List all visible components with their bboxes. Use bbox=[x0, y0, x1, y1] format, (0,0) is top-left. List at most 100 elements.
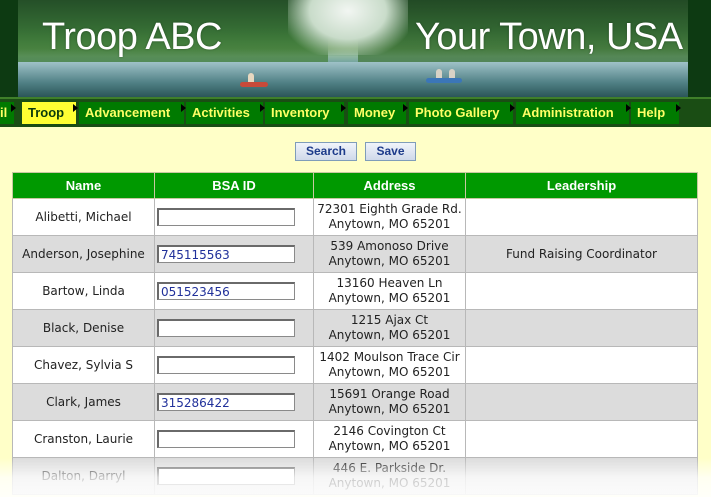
banner-sky bbox=[288, 0, 408, 55]
member-address: 2146 Covington Ct Anytown, MO 65201 bbox=[313, 420, 466, 458]
column-header-address[interactable]: Address bbox=[313, 172, 466, 199]
member-address: 539 Amonoso Drive Anytown, MO 65201 bbox=[313, 235, 466, 273]
table-row: Black, Denise 1215 Ajax Ct Anytown, MO 65… bbox=[12, 309, 698, 347]
bsa-id-cell bbox=[154, 198, 314, 236]
address-line1: 15691 Orange Road bbox=[329, 387, 450, 401]
member-leadership bbox=[465, 309, 698, 347]
member-address: 1402 Moulson Trace Cir Anytown, MO 65201 bbox=[313, 346, 466, 384]
address-line2: Anytown, MO 65201 bbox=[328, 402, 451, 416]
member-leadership: Fund Raising Coordinator bbox=[465, 235, 698, 273]
member-leadership bbox=[465, 272, 698, 310]
address-line1: 539 Amonoso Drive bbox=[330, 239, 449, 253]
member-name: Cranston, Laurie bbox=[12, 420, 155, 458]
bsa-id-input[interactable] bbox=[157, 430, 295, 448]
member-leadership bbox=[465, 346, 698, 384]
bsa-id-cell bbox=[154, 309, 314, 347]
column-header-name[interactable]: Name bbox=[12, 172, 155, 199]
bsa-id-input[interactable] bbox=[157, 467, 295, 485]
site-title: Troop ABC bbox=[42, 16, 222, 58]
nav-item-money[interactable]: Money bbox=[348, 102, 408, 124]
member-leadership bbox=[465, 457, 698, 495]
member-address: 1215 Ajax Ct Anytown, MO 65201 bbox=[313, 309, 466, 347]
member-leadership bbox=[465, 420, 698, 458]
address-line2: Anytown, MO 65201 bbox=[328, 328, 451, 342]
banner-paddler bbox=[248, 73, 254, 82]
address-line2: Anytown, MO 65201 bbox=[328, 476, 451, 490]
banner-river bbox=[18, 62, 688, 97]
table-row: Clark, James 15691 Orange RoadAnytown, M… bbox=[12, 383, 698, 421]
member-address: 446 E. Parkside Dr. Anytown, MO 65201 bbox=[313, 457, 466, 495]
submenu-arrow-icon bbox=[403, 104, 408, 112]
member-name: Anderson, Josephine bbox=[12, 235, 155, 273]
bsa-id-input[interactable] bbox=[157, 356, 295, 374]
save-button[interactable]: Save bbox=[365, 142, 416, 161]
nav-item-label: Activities bbox=[192, 105, 250, 120]
bsa-id-cell bbox=[154, 457, 314, 495]
header-banner: Troop ABC Your Town, USA bbox=[0, 0, 711, 97]
table-header-row: Name BSA ID Address Leadership bbox=[12, 172, 698, 199]
address-line1: 13160 Heaven Ln bbox=[336, 276, 443, 290]
table-row: Dalton, Darryl 446 E. Parkside Dr. Anytow… bbox=[12, 457, 698, 495]
member-address: 13160 Heaven Ln Anytown, MO 65201 bbox=[313, 272, 466, 310]
address-line2: Anytown, MO 65201 bbox=[328, 439, 451, 453]
column-header-bsa-id[interactable]: BSA ID bbox=[154, 172, 314, 199]
bsa-id-input[interactable] bbox=[157, 245, 295, 263]
address-line2: Anytown, MO 65201 bbox=[328, 217, 451, 231]
nav-item-label: Help bbox=[637, 105, 666, 120]
main-nav: il Troop Advancement Activities Inventor… bbox=[0, 97, 711, 127]
banner-paddler bbox=[449, 69, 455, 78]
member-name: Black, Denise bbox=[12, 309, 155, 347]
nav-item-mail[interactable]: il bbox=[0, 102, 16, 124]
banner-paddler bbox=[436, 69, 442, 78]
table-row: Cranston, Laurie 2146 Covington Ct Anytow… bbox=[12, 420, 698, 458]
nav-item-label: Money bbox=[354, 105, 396, 120]
bsa-id-input[interactable] bbox=[157, 319, 295, 337]
bsa-id-input[interactable] bbox=[157, 282, 295, 300]
nav-item-advancement[interactable]: Advancement bbox=[79, 102, 186, 124]
nav-item-photo-gallery[interactable]: Photo Gallery bbox=[409, 102, 515, 124]
address-line1: 446 E. Parkside Dr. bbox=[332, 461, 447, 475]
banner-canoe bbox=[240, 82, 268, 87]
address-line1: 72301 Eighth Grade Rd. bbox=[317, 202, 462, 216]
member-leadership bbox=[465, 198, 698, 236]
table-row: Alibetti, Michael 72301 Eighth Grade Rd.… bbox=[12, 198, 698, 236]
submenu-arrow-icon bbox=[341, 104, 346, 112]
member-address: 15691 Orange Road Anytown, MO 65201 bbox=[313, 383, 466, 421]
nav-item-help[interactable]: Help bbox=[631, 102, 681, 124]
member-name: Clark, James bbox=[12, 383, 155, 421]
bsa-id-cell bbox=[154, 420, 314, 458]
nav-item-label: Administration bbox=[522, 105, 614, 120]
member-name: Alibetti, Michael bbox=[12, 198, 155, 236]
bsa-id-cell bbox=[154, 235, 314, 273]
nav-item-label: Troop bbox=[28, 105, 65, 120]
column-header-leadership[interactable]: Leadership bbox=[465, 172, 698, 199]
submenu-arrow-icon bbox=[676, 104, 681, 112]
nav-item-label: Advancement bbox=[85, 105, 171, 120]
nav-item-administration[interactable]: Administration bbox=[516, 102, 631, 124]
submenu-arrow-icon bbox=[11, 104, 16, 112]
nav-item-label: il bbox=[0, 105, 8, 120]
submenu-arrow-icon bbox=[510, 104, 515, 112]
search-button[interactable]: Search bbox=[295, 142, 357, 161]
nav-item-inventory[interactable]: Inventory bbox=[265, 102, 346, 124]
address-line1: 1402 Moulson Trace Cir bbox=[319, 350, 460, 364]
bsa-id-cell bbox=[154, 383, 314, 421]
member-address: 72301 Eighth Grade Rd. Anytown, MO 65201 bbox=[313, 198, 466, 236]
address-line1: 2146 Covington Ct bbox=[333, 424, 446, 438]
table-row: Chavez, Sylvia S 1402 Moulson Trace Cir A… bbox=[12, 346, 698, 384]
table-row: Bartow, Linda 13160 Heaven LnAnytown, MO… bbox=[12, 272, 698, 310]
member-name: Bartow, Linda bbox=[12, 272, 155, 310]
address-line1: 1215 Ajax Ct bbox=[350, 313, 429, 327]
nav-item-label: Photo Gallery bbox=[415, 105, 500, 120]
address-line2: Anytown, MO 65201 bbox=[328, 365, 451, 379]
submenu-arrow-icon bbox=[73, 104, 78, 112]
bsa-id-input[interactable] bbox=[157, 208, 295, 226]
member-name: Chavez, Sylvia S bbox=[12, 346, 155, 384]
nav-item-troop[interactable]: Troop bbox=[22, 102, 78, 124]
nav-item-label: Inventory bbox=[271, 105, 330, 120]
bsa-id-cell bbox=[154, 272, 314, 310]
nav-item-activities[interactable]: Activities bbox=[186, 102, 265, 124]
bsa-id-input[interactable] bbox=[157, 393, 295, 411]
bsa-id-cell bbox=[154, 346, 314, 384]
site-location: Your Town, USA bbox=[415, 16, 683, 58]
